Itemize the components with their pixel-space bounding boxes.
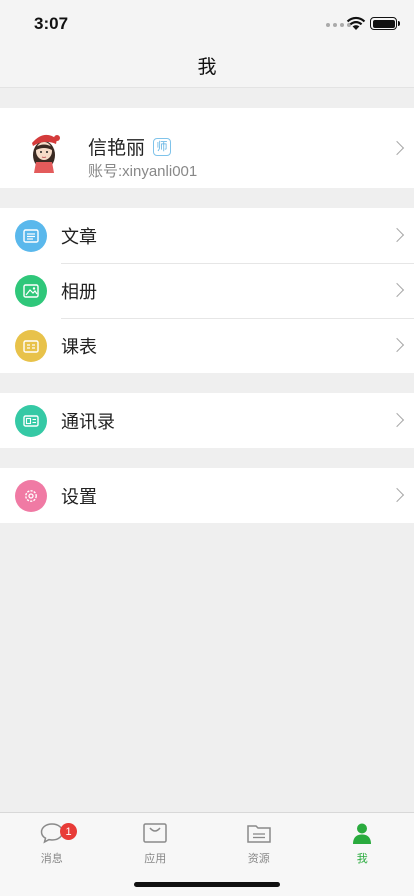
menu-item-label: 通讯录 (61, 411, 115, 433)
person-icon (353, 823, 372, 844)
nav-bar: 我 (0, 44, 414, 88)
profile-name: 信艳丽 (88, 137, 146, 159)
menu-group-contacts: 通讯录 (0, 393, 414, 448)
tab-label: 应用 (144, 852, 167, 865)
chevron-right-icon (389, 227, 405, 243)
schedule-icon (15, 329, 47, 362)
menu-group-content: 文章 相册 课表 (0, 208, 414, 373)
chevron-right-icon (389, 337, 405, 353)
menu-item-article[interactable]: 文章 (0, 208, 414, 263)
menu-item-label: 课表 (61, 336, 97, 358)
menu-item-label: 文章 (61, 226, 97, 248)
chevron-right-icon (389, 140, 405, 156)
menu-item-schedule[interactable]: 课表 (0, 318, 414, 373)
menu-item-contacts[interactable]: 通讯录 (0, 393, 414, 448)
tab-label: 消息 (40, 852, 63, 865)
menu-item-label: 设置 (61, 486, 97, 508)
tab-messages[interactable]: 1 消息 (0, 819, 104, 865)
page-title: 我 (197, 56, 217, 78)
status-bar: 3:07 (0, 0, 414, 44)
account-id: 账号:xinyanli001 (88, 163, 198, 180)
status-time: 3:07 (34, 14, 69, 33)
tab-apps[interactable]: 应用 (104, 819, 208, 865)
tab-resources[interactable]: 资源 (207, 819, 311, 865)
wifi-icon (346, 16, 366, 30)
chevron-right-icon (389, 282, 405, 298)
apps-icon (143, 823, 167, 843)
folder-icon (247, 825, 271, 843)
menu-group-settings: 设置 (0, 468, 414, 523)
home-indicator (134, 882, 280, 887)
unread-badge: 1 (60, 823, 77, 840)
tab-label: 我 (356, 852, 368, 865)
battery-icon (370, 17, 400, 30)
settings-icon (15, 479, 47, 512)
chevron-right-icon (389, 487, 405, 503)
chevron-right-icon (389, 412, 405, 428)
avatar (32, 134, 60, 173)
contacts-icon (15, 404, 47, 437)
profile-card[interactable]: 信艳丽 师 账号:xinyanli001 (0, 108, 414, 188)
article-icon (15, 219, 47, 252)
menu-item-album[interactable]: 相册 (0, 263, 414, 318)
teacher-badge: 师 (153, 137, 172, 156)
menu-item-settings[interactable]: 设置 (0, 468, 414, 523)
tab-me[interactable]: 我 (311, 819, 414, 865)
tab-label: 资源 (247, 852, 270, 865)
album-icon (15, 274, 47, 307)
menu-item-label: 相册 (61, 281, 97, 303)
